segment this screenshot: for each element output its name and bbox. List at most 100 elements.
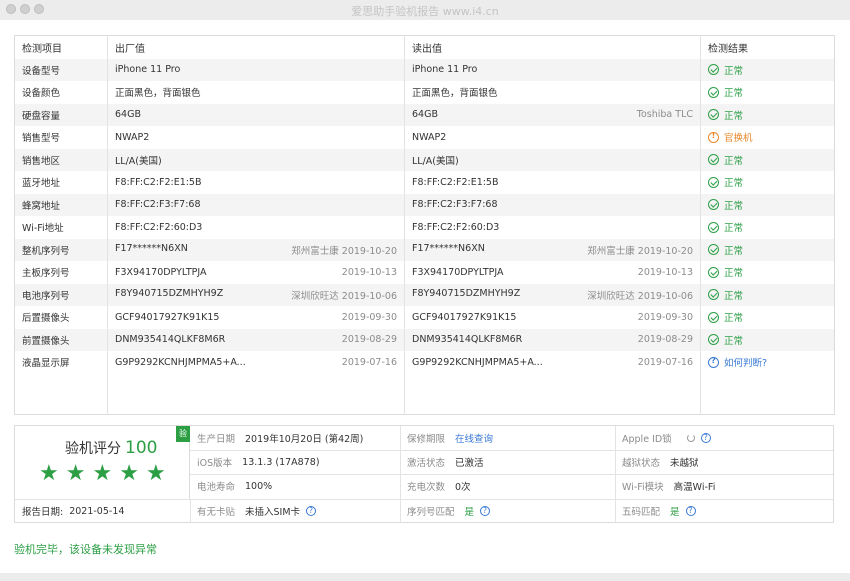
result-text: 正常 [724, 65, 744, 77]
row-result-cell: 正常 [700, 81, 835, 104]
row-item: 电池序列号 [14, 283, 108, 306]
help-icon[interactable]: ? [700, 433, 711, 443]
row-result-cell: 正常 [700, 148, 835, 171]
row-item: 前置摄像头 [14, 328, 108, 351]
read-meta: 2019-10-13 [637, 266, 693, 278]
row-factory-cell: 正面黑色，背面银色 [107, 81, 405, 104]
result-text: 正常 [724, 290, 744, 302]
read-value: LL/A(美国) [412, 155, 459, 167]
read-value: 正面黑色，背面银色 [412, 88, 498, 100]
row-factory-cell: 64GB [107, 103, 405, 126]
row-item: 整机序列号 [14, 238, 108, 261]
result-text: 官换机 [724, 133, 753, 145]
table-row: 后置摄像头 GCF94017927K91K15 2019-09-30 GCF94017… [15, 306, 835, 329]
check-circle-icon [708, 176, 719, 188]
row-factory-cell: GCF94017927K91K15 2019-09-30 [107, 306, 405, 329]
row-result-cell: 正常 [700, 193, 835, 216]
factory-meta: 2019-07-16 [341, 356, 397, 368]
inspection-table: 检测项目 出厂值 读出值 检测结果 设备型号 iPhone 11 Pro iPhon… [14, 35, 835, 415]
check-circle-icon [708, 244, 719, 256]
ios-version: iOS版本 13.1.3 (17A878) [190, 450, 400, 474]
read-meta: 深圳欣旺达 2019-10-06 [587, 290, 693, 302]
row-result-cell: 正常 [700, 261, 835, 284]
check-circle-icon [708, 266, 719, 278]
warning-icon [708, 131, 719, 143]
factory-meta: 深圳欣旺达 2019-10-06 [291, 290, 397, 302]
charge-value: 0次 [455, 482, 471, 493]
row-read-cell: F8Y940715DZMHYH9Z 深圳欣旺达 2019-10-06 [404, 283, 701, 306]
result-text: 正常 [724, 313, 744, 325]
header-read: 读出值 [404, 35, 701, 59]
row-read-cell: F8:FF:C2:F2:E1:5B [404, 171, 701, 194]
score-text: 验机评分 100 [65, 438, 157, 458]
wifi-module: Wi-Fi模块 高温Wi-Fi [615, 474, 833, 498]
help-icon[interactable]: ? [480, 506, 491, 516]
sim-sticker: 有无卡贴 未插入SIM卡 ? [190, 499, 400, 523]
check-circle-icon [708, 109, 719, 121]
help-icon[interactable]: ? [306, 506, 317, 516]
factory-value: NWAP2 [115, 131, 150, 143]
window-title: 爱思助手验机报告 www.i4.cn [351, 5, 499, 18]
read-value: F3X94170DPYLTPJA [412, 266, 504, 278]
empty-cell [700, 373, 835, 414]
row-factory-cell: F8:FF:C2:F2:E1:5B [107, 171, 405, 194]
warranty-query-link[interactable]: 在线查询 [455, 431, 493, 445]
read-meta: 2019-07-16 [637, 356, 693, 368]
report-date-label: 报告日期: [22, 507, 64, 518]
check-circle-icon [708, 86, 719, 98]
help-icon[interactable]: ? [685, 506, 696, 516]
row-result-cell[interactable]: 如何判断? [700, 351, 835, 374]
row-read-cell: 正面黑色，背面银色 [404, 81, 701, 104]
table-row: Wi-Fi地址 F8:FF:C2:F2:60:D3 F8:FF:C2:F2:60:D… [15, 216, 835, 239]
row-read-cell: F8:FF:C2:F3:F7:68 [404, 193, 701, 216]
factory-value: F8:FF:C2:F2:60:D3 [115, 221, 203, 233]
sim-label: 有无卡贴 [197, 507, 236, 518]
jailbreak-value: 未越狱 [670, 458, 699, 469]
row-factory-cell: F8:FF:C2:F3:F7:68 [107, 193, 405, 216]
result-text: 正常 [724, 178, 744, 190]
row-factory-cell: F3X94170DPYLTPJA 2019-10-13 [107, 261, 405, 284]
factory-value: G9P9292KCNHJMPMA5+A... [115, 356, 246, 368]
battery-value: 100% [245, 480, 273, 492]
appleid-label: Apple ID锁 [622, 434, 672, 445]
serial-match-value: 是 [464, 507, 475, 518]
row-read-cell: G9P9292KCNHJMPMA5+A... 2019-07-16 [404, 351, 701, 374]
check-circle-icon [708, 289, 719, 301]
row-factory-cell: NWAP2 [107, 126, 405, 149]
check-circle-icon [708, 154, 719, 166]
read-meta: 郑州富士康 2019-10-20 [587, 245, 693, 257]
row-read-cell: F8:FF:C2:F2:60:D3 [404, 216, 701, 239]
empty-cell [404, 373, 701, 414]
row-result-cell: 正常 [700, 238, 835, 261]
row-factory-cell: F17******N6XN 郑州富士康 2019-10-20 [107, 238, 405, 261]
report-content: 检测项目 出厂值 读出值 检测结果 设备型号 iPhone 11 Pro iPhon… [0, 20, 850, 581]
star-icon: ★ [145, 461, 166, 486]
jailbreak-label: 越狱状态 [622, 458, 661, 469]
result-text[interactable]: 如何判断? [724, 355, 767, 369]
read-value: F17******N6XN [412, 242, 485, 254]
read-meta: 2019-08-29 [637, 334, 693, 346]
row-read-cell: NWAP2 [404, 126, 701, 149]
factory-value: F17******N6XN [115, 242, 188, 254]
star-icon: ★ [39, 461, 59, 486]
production-date-value: 2019年10月20日 (第42周) [245, 434, 364, 445]
read-meta: 2019-09-30 [637, 311, 693, 323]
score-value: 100 [125, 438, 158, 458]
read-value: NWAP2 [412, 131, 447, 143]
result-text: 正常 [724, 335, 744, 347]
activation-value: 已激活 [455, 458, 484, 469]
row-result-cell: 官换机 [700, 126, 835, 149]
row-item: Wi-Fi地址 [22, 223, 64, 235]
jailbreak-status: 越狱状态 未越狱 [615, 450, 833, 474]
row-item: 销售地区 [14, 148, 108, 171]
loading-spinner-icon [686, 434, 695, 442]
score-box: 验机评分 100 ★ ★ ★ ★ ★ 验 [15, 426, 190, 499]
check-circle-icon [708, 221, 719, 233]
row-item: 蜂窝地址 [14, 193, 108, 216]
result-text: 正常 [724, 200, 744, 212]
row-result-cell: 正常 [700, 58, 835, 81]
result-text: 正常 [724, 155, 744, 167]
row-read-cell: F3X94170DPYLTPJA 2019-10-13 [404, 261, 701, 284]
row-item: 主板序列号 [22, 268, 70, 280]
table-row: 销售地区 LL/A(美国) LL/A(美国) 正常 [14, 148, 835, 171]
